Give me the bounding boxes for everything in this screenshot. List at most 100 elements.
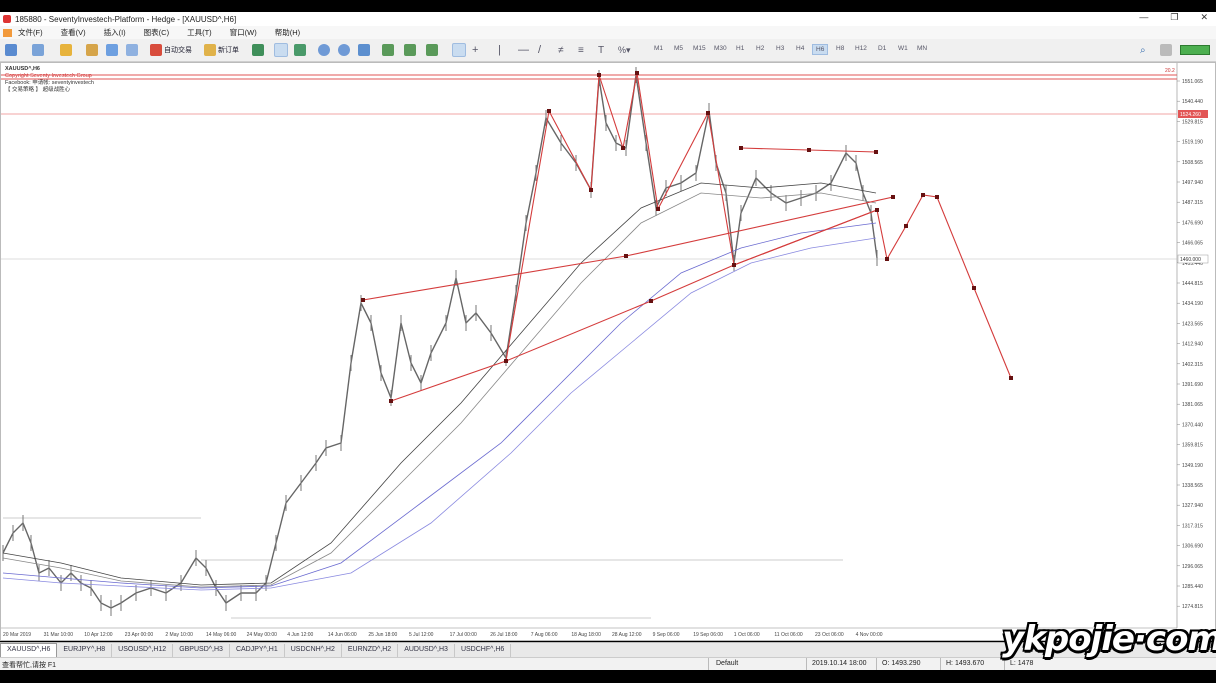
time-label: 14 Jun 06:00 (328, 632, 357, 638)
trendline-point (706, 111, 710, 115)
navigator-icon[interactable] (106, 43, 118, 57)
timeframe-h3[interactable]: H3 (773, 44, 787, 53)
chart-tab-6[interactable]: EURNZD^,H2 (342, 644, 399, 658)
profiles-icon[interactable] (32, 43, 44, 57)
trendline-point (624, 254, 628, 258)
trendline-point (621, 146, 625, 150)
time-label: 19 Sep 06:00 (693, 632, 723, 638)
new-order-button[interactable]: 新订单 (204, 43, 239, 57)
time-label: 23 Apr 00:00 (125, 632, 154, 638)
market-watch-icon[interactable] (60, 43, 72, 57)
window-titlebar: 185880 - SeventyInvestech-Platform - Hed… (0, 12, 1216, 26)
price-label: 1285.440 (1182, 584, 1203, 590)
chart-tab-8[interactable]: USDCHF^,H6 (455, 644, 512, 658)
moving-average-mid (2, 192, 877, 588)
menu-insert[interactable]: 插入(I) (104, 27, 126, 38)
timeframe-h8[interactable]: H8 (833, 44, 847, 53)
status-profile: Default (716, 660, 739, 667)
price-label: 1551.065 (1182, 79, 1203, 85)
terminal-icon[interactable] (126, 43, 138, 57)
chart-window[interactable]: XAUUSD^,H6 Copyright Seventy Investech G… (0, 62, 1216, 641)
trendline-point (589, 188, 593, 192)
new-chart-icon[interactable] (5, 43, 17, 57)
price-chart[interactable]: 1551.065 1540.440 1529.815 1519.190 1508.565… (1, 63, 1215, 640)
timeframe-h4[interactable]: H4 (793, 44, 807, 53)
trendline-point (739, 146, 743, 150)
top-right-tag: 20.2 (1165, 68, 1175, 74)
menu-charts[interactable]: 图表(C) (144, 27, 169, 38)
bid-tag: 1460.000 (1180, 257, 1201, 263)
status-open: O: 1493.290 (882, 660, 921, 667)
trendline-icon[interactable]: / (538, 43, 541, 57)
timeframe-w1[interactable]: W1 (895, 44, 911, 53)
price-label: 1497.940 (1182, 180, 1203, 186)
status-help: 查看帮忙,请按 F1 (2, 662, 57, 669)
crosshair-icon[interactable]: + (472, 43, 478, 57)
data-window-icon[interactable] (86, 43, 98, 57)
toolbar: 自动交易 新订单 + | — / ≠ ≡ T %▾ M1 M5 M15 M30 … (0, 39, 1216, 106)
shapes-icon[interactable]: %▾ (618, 43, 631, 57)
time-label: 17 Jul 00:00 (450, 632, 477, 638)
chart-tab-3[interactable]: GBPUSD^,H3 (173, 644, 230, 658)
horizontal-line-icon[interactable]: — (518, 43, 529, 57)
timeframe-mn[interactable]: MN (914, 44, 930, 53)
moving-average-slow (2, 222, 877, 589)
time-label: 1 Oct 06:00 (734, 632, 760, 638)
cursor-tool-icon[interactable] (452, 43, 466, 57)
trendline-point (1009, 376, 1013, 380)
indicators-icon[interactable] (426, 43, 438, 57)
menu-view[interactable]: 查看(V) (61, 27, 86, 38)
candlestick-icon[interactable] (274, 43, 288, 57)
timeframe-h2[interactable]: H2 (753, 44, 767, 53)
tile-windows-icon[interactable] (358, 43, 370, 57)
autoscroll-icon[interactable] (382, 43, 394, 57)
trendline-point (874, 150, 878, 154)
vertical-line-icon[interactable]: | (498, 43, 501, 57)
fibonacci-icon[interactable]: ≡ (578, 43, 584, 57)
price-label: 1317.315 (1182, 523, 1203, 529)
menu-file[interactable]: 文件(F) (18, 27, 43, 38)
menu-window[interactable]: 窗口(W) (230, 27, 257, 38)
search-icon[interactable]: ⌕ (1140, 43, 1146, 57)
chart-tab-4[interactable]: CADJPY^,H1 (230, 644, 285, 658)
triangle-upper-trendline (362, 196, 894, 301)
zoom-out-icon[interactable] (338, 43, 350, 57)
price-label: 1327.940 (1182, 503, 1203, 509)
timeframe-m1[interactable]: M1 (651, 44, 666, 53)
chart-tab-7[interactable]: AUDUSD^,H3 (398, 644, 455, 658)
community-icon[interactable] (1160, 43, 1172, 57)
chart-tab-1[interactable]: EURJPY^,H8 (57, 644, 113, 658)
minimize-button[interactable]: — (1139, 12, 1148, 23)
timeframe-m15[interactable]: M15 (690, 44, 709, 53)
time-label: 7 Aug 06:00 (531, 632, 558, 638)
bar-chart-icon[interactable] (252, 43, 264, 57)
timeframe-m30[interactable]: M30 (711, 44, 730, 53)
new-order-icon (204, 44, 216, 56)
chart-tab-5[interactable]: USDCNH^,H2 (285, 644, 342, 658)
channel-icon[interactable]: ≠ (558, 43, 564, 57)
maximize-button[interactable]: ❐ (1170, 12, 1178, 23)
timeframe-d1[interactable]: D1 (875, 44, 889, 53)
price-label: 1487.315 (1182, 200, 1203, 206)
price-label: 1434.190 (1182, 301, 1203, 307)
trendline-point (635, 71, 639, 75)
chart-menu-icon[interactable] (3, 28, 12, 37)
text-tool-icon[interactable]: T (598, 43, 604, 57)
timeframe-h1[interactable]: H1 (733, 44, 747, 53)
watermark-text: ykpojie·com (1002, 619, 1216, 659)
timeframe-h12[interactable]: H12 (852, 44, 870, 53)
chart-tab-0[interactable]: XAUUSD^,H6 (0, 643, 58, 658)
moving-average-slowest (2, 237, 877, 591)
timeframe-m5[interactable]: M5 (671, 44, 686, 53)
close-button[interactable]: ✕ (1200, 12, 1208, 23)
chart-tab-2[interactable]: USOUSD^,H12 (112, 644, 174, 658)
chart-shift-icon[interactable] (404, 43, 416, 57)
timeframe-h6[interactable]: H6 (812, 44, 829, 55)
menu-help[interactable]: 帮助(H) (275, 27, 300, 38)
trendline-point (972, 286, 976, 290)
autotrade-button[interactable]: 自动交易 (150, 43, 192, 57)
time-label: 23 Oct 06:00 (815, 632, 844, 638)
menu-tools[interactable]: 工具(T) (187, 27, 212, 38)
zoom-in-icon[interactable] (318, 43, 330, 57)
line-chart-icon[interactable] (294, 43, 306, 57)
